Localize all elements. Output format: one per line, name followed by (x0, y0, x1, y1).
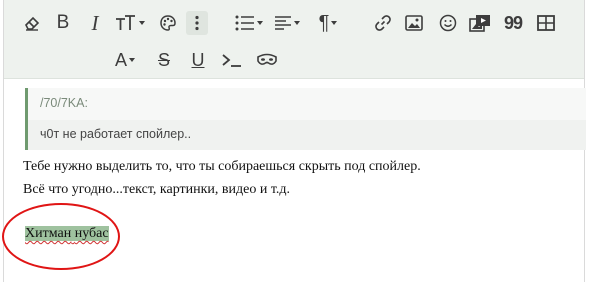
media-icon[interactable] (467, 11, 493, 35)
body-line-1: Тебе нужно выделить то, что ты собираешь… (23, 159, 421, 174)
table-icon[interactable] (534, 11, 558, 35)
chevron-down-icon (257, 21, 263, 25)
image-icon[interactable] (402, 11, 426, 35)
annotation-circle (2, 203, 120, 270)
editor-toolbar: B I ¶ 99 A S U (4, 0, 584, 79)
italic-label: I (91, 11, 99, 35)
code-icon[interactable] (219, 48, 245, 72)
bold-label: B (56, 12, 70, 33)
underline-button[interactable]: U (186, 48, 210, 72)
bold-button[interactable]: B (52, 11, 74, 35)
paragraph-label: ¶ (318, 12, 330, 34)
quote-author: /70/7KA: (40, 96, 88, 110)
quote-body: ч0т не работает спойлер.. (28, 120, 586, 150)
smiley-icon[interactable] (436, 11, 460, 35)
more-vertical-icon[interactable] (186, 11, 208, 35)
body-line-2: Всё что угодно...текст, картинки, видео … (23, 182, 291, 197)
quote-text: ч0т не работает спойлер.. (40, 127, 192, 141)
chevron-down-icon (331, 21, 338, 25)
strikethrough-label: S (157, 50, 170, 70)
paragraph-dropdown[interactable]: ¶ (314, 11, 342, 35)
quote-block: /70/7KA: ч0т не работает спойлер.. (25, 88, 586, 150)
underline-label: U (191, 50, 205, 70)
chevron-down-icon (294, 21, 300, 25)
align-dropdown[interactable] (272, 11, 302, 35)
list-dropdown[interactable] (234, 11, 264, 35)
text-color-dropdown[interactable]: A (110, 48, 140, 72)
quote-label: 99 (503, 13, 523, 33)
chevron-down-icon (139, 21, 145, 25)
italic-button[interactable]: I (84, 11, 106, 35)
link-icon[interactable] (372, 11, 394, 35)
quote-icon[interactable]: 99 (501, 11, 525, 35)
palette-icon[interactable] (157, 11, 179, 35)
eraser-icon[interactable] (21, 11, 43, 35)
text-color-label: A (114, 50, 127, 70)
strikethrough-button[interactable]: S (152, 48, 176, 72)
font-size-dropdown[interactable] (114, 11, 146, 35)
spoiler-mask-icon[interactable] (253, 48, 281, 72)
chevron-down-icon (129, 58, 135, 62)
